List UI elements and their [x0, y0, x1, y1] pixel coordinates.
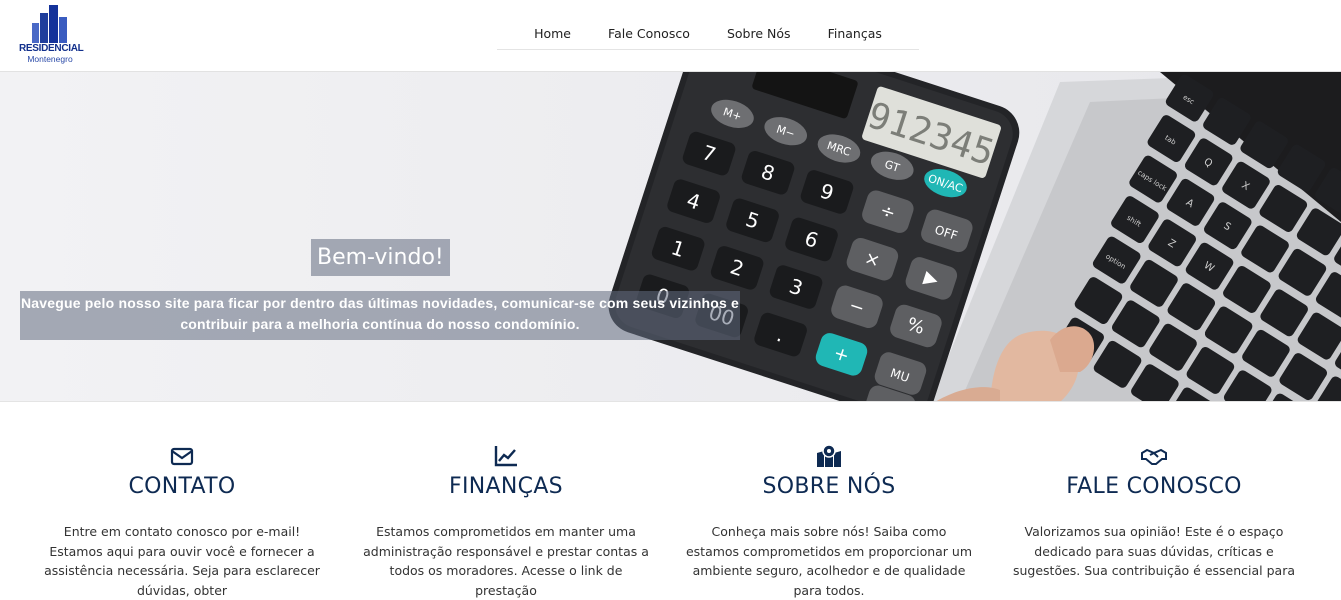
card-text: Valorizamos sua opinião! Este é o espaço…: [1012, 524, 1296, 578]
handshake-icon: [1141, 448, 1167, 465]
hero-text: Navegue pelo nosso site para ficar por d…: [20, 291, 740, 340]
hero-image: esctabcaps lockshiftoptionQAZXSW 912345 …: [608, 72, 1341, 401]
feature-cards: CONTATO Entre em contato conosco por e-m…: [0, 402, 1341, 598]
navbar: RESIDENCIAL Montenegro Home Fale Conosco…: [0, 0, 1341, 72]
card-title: SOBRE NÓS: [762, 474, 896, 499]
card-title: FALE CONOSCO: [1066, 474, 1242, 499]
nav-financas[interactable]: Finanças: [828, 26, 882, 41]
chart-line-icon: [494, 446, 517, 467]
card-sobre-nos[interactable]: SOBRE NÓS Conheça mais sobre nós! Saiba …: [684, 402, 974, 598]
card-title: FINANÇAS: [449, 474, 563, 499]
logo-subtitle: Montenegro: [27, 54, 73, 64]
card-text: Estamos comprometidos em manter uma admi…: [363, 524, 649, 598]
logo-name: RESIDENCIAL: [19, 43, 84, 54]
nav-home[interactable]: Home: [534, 26, 571, 41]
map-location-icon: [817, 444, 841, 467]
card-text: Entre em contato conosco por e-mail! Est…: [44, 524, 320, 598]
nav-fale-conosco[interactable]: Fale Conosco: [608, 26, 690, 41]
card-text: Conheça mais sobre nós! Saiba como estam…: [685, 524, 973, 598]
card-title: CONTATO: [128, 474, 236, 499]
logo[interactable]: RESIDENCIAL Montenegro: [18, 5, 84, 65]
card-financas[interactable]: FINANÇAS Estamos comprometidos em manter…: [361, 402, 651, 598]
hero-banner: esc tab caps lock shift option Q A Z X S W 912345 …: [0, 72, 1341, 402]
hero-title: Bem-vindo!: [311, 239, 450, 276]
building-icon: [30, 5, 70, 43]
main-nav: Home Fale Conosco Sobre Nós Finanças: [497, 18, 919, 50]
envelope-icon: [170, 447, 194, 466]
nav-sobre-nos[interactable]: Sobre Nós: [727, 26, 791, 41]
card-contato[interactable]: CONTATO Entre em contato conosco por e-m…: [37, 402, 327, 598]
card-fale-conosco[interactable]: FALE CONOSCO Valorizamos sua opinião! Es…: [1009, 402, 1299, 584]
